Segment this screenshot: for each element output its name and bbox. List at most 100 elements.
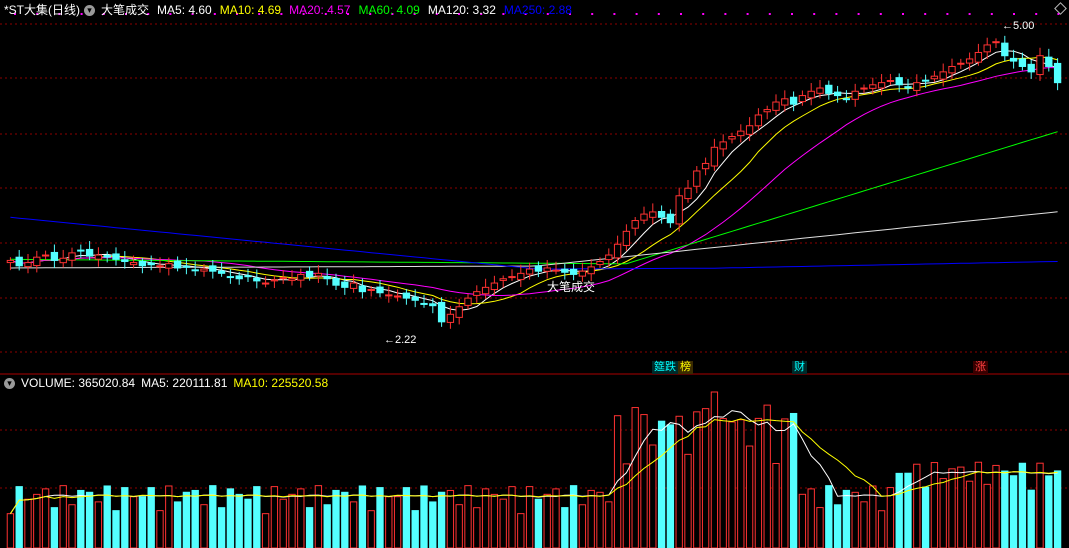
candle-body	[437, 301, 446, 323]
candle-body	[693, 170, 701, 187]
volume-bar	[957, 466, 965, 548]
volume-bar	[261, 513, 270, 548]
volume-bar	[992, 464, 1000, 548]
signal-marker	[746, 13, 749, 15]
ma-legend-item: MA250: 2.88	[503, 3, 572, 17]
volume-bar	[816, 507, 824, 548]
candle-body	[781, 98, 789, 106]
volume-bar	[68, 504, 76, 548]
event-marker-list[interactable]: 榜	[678, 361, 693, 374]
candle-body	[657, 210, 666, 218]
volume-bar	[173, 501, 182, 548]
candle-body	[59, 257, 67, 264]
volume-bar	[781, 418, 789, 548]
candle-body	[869, 84, 877, 89]
candle-body	[613, 243, 622, 259]
candle-body	[842, 98, 851, 101]
signal-marker	[635, 13, 638, 15]
candle-body	[68, 252, 76, 261]
candle-body	[833, 91, 842, 97]
candle-body	[728, 136, 736, 140]
candle-body	[200, 268, 208, 272]
candle-body	[534, 265, 543, 272]
volume-bar	[411, 510, 419, 548]
volume-bar	[490, 493, 499, 548]
indicator-name[interactable]: 大笔成交	[101, 2, 149, 18]
candle-body	[675, 195, 683, 225]
candle-body	[411, 296, 419, 301]
volume-bar	[15, 486, 23, 548]
candle-body	[1009, 57, 1018, 62]
low-price-label: ←2.22	[384, 334, 417, 346]
volume-bar	[710, 391, 719, 548]
candle-body	[772, 101, 780, 111]
volume-bar	[121, 487, 129, 548]
candle-body	[605, 254, 613, 261]
volume-bar	[825, 485, 833, 548]
volume-bar	[94, 501, 103, 548]
volume-bar	[807, 488, 815, 548]
candle-body	[402, 292, 411, 299]
volume-bar	[6, 513, 15, 548]
candle-body	[270, 279, 279, 282]
volume-bar	[517, 513, 525, 548]
candle-body	[807, 90, 815, 99]
ma-legend-item: MA20: 4.57	[289, 3, 351, 17]
candle-body	[578, 270, 587, 277]
volume-dropdown-icon[interactable]: ▾	[4, 377, 15, 389]
volume-bar	[587, 489, 595, 548]
volume-bar	[244, 498, 252, 548]
candle-body	[877, 82, 886, 89]
volume-bar	[200, 504, 208, 548]
event-marker-finance[interactable]: 财	[792, 361, 807, 374]
candle-body	[640, 213, 648, 221]
candle-body	[1036, 55, 1044, 76]
volume-bar	[77, 489, 85, 548]
volume-bar	[701, 408, 710, 548]
candle-body	[666, 213, 675, 224]
candle-body	[710, 146, 719, 167]
candle-body	[244, 275, 252, 278]
candle-body	[77, 249, 85, 252]
volume-bar	[596, 491, 604, 548]
volume-bar	[983, 483, 991, 548]
event-marker-drop[interactable]: 筵跌	[652, 361, 678, 374]
candle-body	[913, 82, 921, 91]
candle-body	[490, 282, 499, 291]
signal-marker	[968, 13, 971, 15]
candle-body	[552, 269, 560, 272]
volume-bar	[279, 498, 287, 548]
signal-marker	[702, 13, 705, 15]
volume-bar	[191, 489, 199, 548]
volume-bar	[41, 488, 50, 548]
volume-bar	[217, 507, 226, 548]
candle-body	[1018, 58, 1027, 67]
price-header: *ST大集(日线) ▾ 大笔成交 MA5: 4.60 MA10: 4.69 MA20…	[4, 2, 580, 18]
candle-body	[446, 313, 455, 323]
volume-bar	[1053, 470, 1062, 548]
signal-marker	[835, 13, 838, 15]
volume-bar	[851, 491, 859, 548]
candle-body	[455, 306, 463, 318]
candle-body	[15, 256, 23, 267]
candle-body	[121, 259, 129, 262]
chart-title[interactable]: *ST大集(日线)	[4, 2, 80, 18]
candle-body	[182, 265, 191, 268]
candle-body	[816, 87, 824, 94]
high-price-label: ←5.00	[1002, 20, 1035, 32]
candles	[6, 35, 1062, 329]
volume-bar	[33, 493, 41, 548]
candle-body	[279, 277, 287, 280]
indicator-dropdown-icon[interactable]: ▾	[84, 4, 95, 16]
event-marker-rise[interactable]: 涨	[973, 361, 988, 374]
volume-bar	[323, 504, 331, 548]
candle-body	[297, 273, 305, 281]
signal-marker	[1035, 13, 1038, 15]
candle-body	[464, 297, 472, 306]
ma-legend-item: MA120: 3.32	[427, 3, 496, 17]
price-grid	[0, 23, 1069, 353]
candle-body	[376, 286, 384, 294]
volume-bar	[341, 491, 349, 548]
signal-marker	[657, 13, 660, 15]
candle-body	[754, 114, 763, 127]
